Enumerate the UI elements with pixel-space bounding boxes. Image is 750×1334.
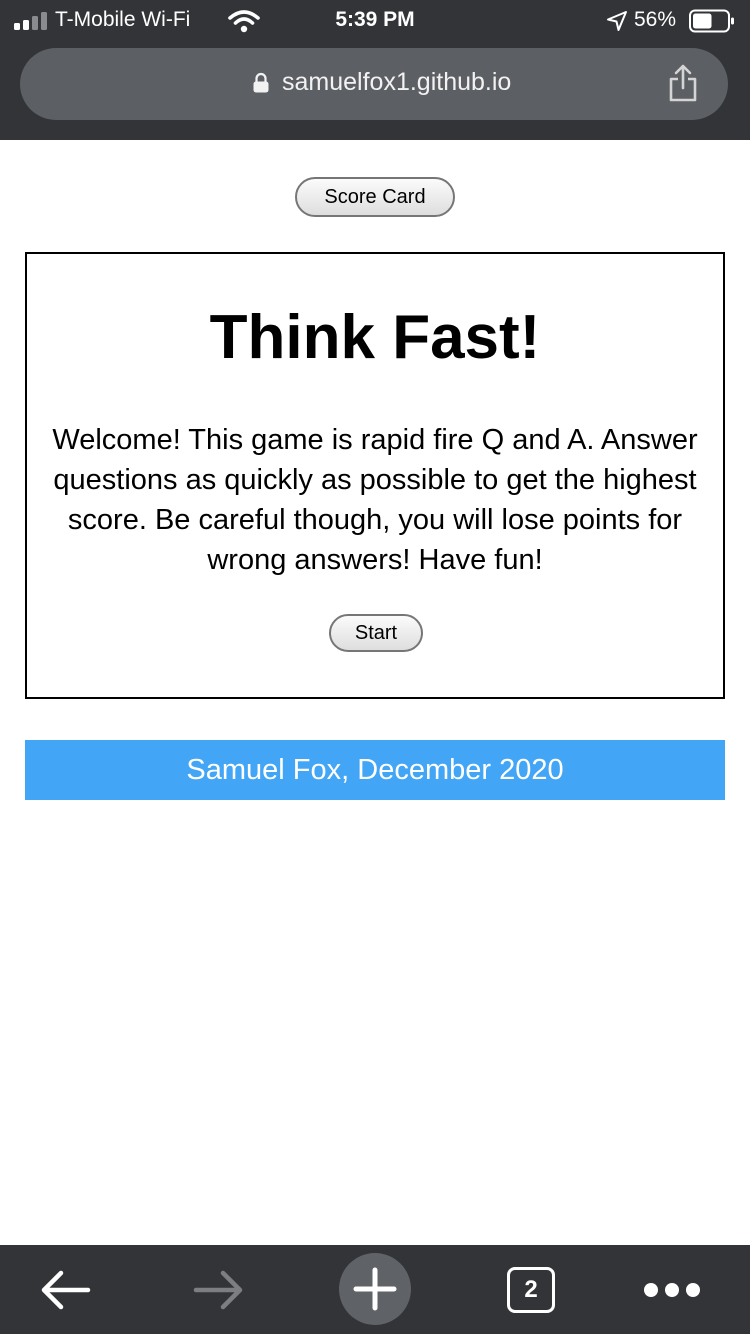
start-button[interactable]: Start [329, 614, 423, 652]
game-intro-card: Think Fast! Welcome! This game is rapid … [25, 252, 725, 699]
share-icon[interactable] [666, 63, 700, 103]
forward-arrow-icon[interactable] [190, 1265, 248, 1315]
battery-percentage: 56% [634, 8, 677, 31]
footer: Samuel Fox, December 2020 [25, 740, 725, 800]
browser-top-chrome: T-Mobile Wi-Fi 5:39 PM 56% samuelfox1.gi… [0, 0, 750, 140]
status-bar: T-Mobile Wi-Fi 5:39 PM 56% [0, 0, 750, 42]
battery-icon [689, 9, 734, 33]
browser-bottom-toolbar: 2 [0, 1245, 750, 1334]
more-icon[interactable] [642, 1281, 702, 1299]
plus-icon [353, 1267, 397, 1311]
lock-icon [253, 72, 269, 93]
new-tab-button[interactable] [339, 1253, 411, 1325]
intro-text: Welcome! This game is rapid fire Q and A… [52, 424, 698, 576]
back-arrow-icon[interactable] [36, 1265, 94, 1315]
location-arrow-icon [607, 11, 627, 31]
page-title: Think Fast! [209, 303, 541, 372]
score-card-button[interactable]: Score Card [295, 177, 455, 217]
tabs-icon[interactable]: 2 [507, 1267, 555, 1313]
url-text: samuelfox1.github.io [282, 68, 512, 96]
address-bar[interactable]: samuelfox1.github.io [20, 48, 728, 120]
